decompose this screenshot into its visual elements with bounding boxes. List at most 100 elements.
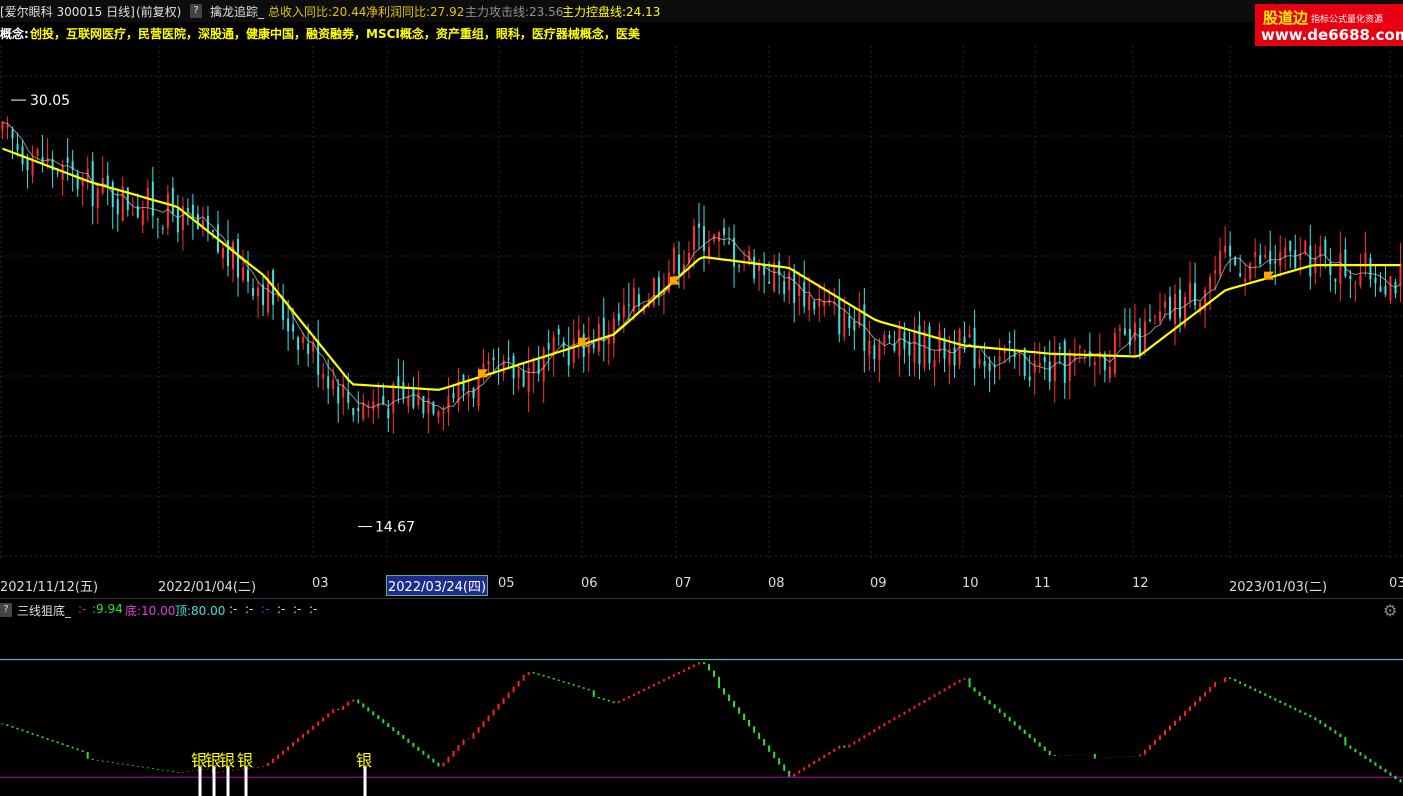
- concept-prefix: 概念:: [0, 27, 29, 41]
- candle-body: [948, 348, 951, 365]
- candle-body: [928, 326, 931, 364]
- candle-body: [16, 143, 19, 151]
- candle-body: [1399, 263, 1402, 287]
- candle-body: [1053, 353, 1056, 382]
- candle-body: [141, 209, 144, 225]
- indicator-value-8: :-: [309, 602, 318, 616]
- candle-body: [1259, 255, 1262, 264]
- date-tick-label: 11: [1034, 576, 1051, 591]
- candle-body: [1148, 319, 1151, 321]
- help-button[interactable]: ?: [190, 4, 202, 18]
- candle-body: [372, 400, 375, 411]
- indicator-name[interactable]: 擒龙追踪_: [210, 3, 264, 20]
- candle-body: [1269, 251, 1272, 265]
- date-tick-label: 03: [312, 576, 329, 591]
- candle-body: [1143, 321, 1146, 352]
- candle-body: [211, 229, 214, 232]
- candle-body: [417, 392, 420, 406]
- flag-marker: [478, 369, 488, 378]
- indicator-value-5: :-: [261, 602, 270, 616]
- price-chart[interactable]: 30.05 14.67: [0, 46, 1403, 559]
- candle-body: [176, 208, 179, 233]
- candle-body: [1209, 277, 1212, 291]
- gear-icon[interactable]: ⚙: [1383, 601, 1397, 620]
- candle-body: [968, 334, 971, 338]
- candle-body: [1369, 257, 1372, 280]
- candle-body: [843, 309, 846, 337]
- candle-body: [557, 328, 560, 335]
- candle-body: [507, 357, 510, 360]
- candle-body: [1093, 362, 1096, 366]
- candle-body: [422, 396, 425, 414]
- candle-body: [738, 265, 741, 267]
- candle-body: [723, 227, 726, 235]
- candle-body: [392, 383, 395, 413]
- candle-body: [1384, 285, 1387, 295]
- adjust-mode[interactable]: (前复权): [136, 3, 181, 20]
- candle-body: [1224, 245, 1227, 253]
- indicator-value-4: :-: [245, 602, 254, 616]
- indicator-value-3: :-: [229, 602, 238, 616]
- candle-body: [412, 389, 415, 408]
- candle-body: [1354, 282, 1357, 284]
- candle-body: [592, 343, 595, 349]
- watermark-tagline: 指标公式量化资源: [1311, 15, 1384, 25]
- candle-body: [888, 334, 891, 339]
- indicator-chart[interactable]: 银银银银银: [0, 622, 1403, 796]
- candle-body: [768, 281, 771, 284]
- candle-body: [1274, 261, 1277, 264]
- candle-body: [347, 391, 350, 403]
- candle-body: [307, 343, 310, 355]
- candle-body: [607, 337, 610, 345]
- candle-body: [1339, 253, 1342, 284]
- candle-body: [116, 199, 119, 215]
- candle-body: [1344, 249, 1347, 277]
- candle-body: [788, 272, 791, 291]
- candle-body: [622, 305, 625, 318]
- candle-body: [1043, 357, 1046, 363]
- candle-body: [793, 269, 796, 303]
- candle-body: [1058, 347, 1061, 349]
- date-tick-label: 2022/01/04(二): [158, 580, 257, 595]
- candle-body: [1038, 363, 1041, 367]
- candle-body: [1189, 282, 1192, 302]
- date-tick-label: 08: [768, 576, 785, 591]
- candle-body: [6, 124, 9, 129]
- candle-body: [542, 348, 545, 382]
- indicator-header: ? 三线狙底_ :- :9.94 底:10.00 顶:80.00 :- :- :…: [0, 598, 1403, 621]
- candle-body: [186, 208, 189, 211]
- candle-body: [166, 193, 169, 228]
- candle-body: [1334, 278, 1337, 282]
- indicator-help-button[interactable]: ?: [0, 603, 12, 617]
- candle-body: [76, 173, 79, 190]
- candle-body: [1018, 353, 1021, 356]
- watermark-url: www.de6688.com: [1261, 26, 1403, 44]
- candle-body: [1304, 240, 1307, 253]
- high-price-label: 30.05: [30, 93, 70, 109]
- candle-body: [878, 343, 881, 361]
- candle-body: [577, 329, 580, 338]
- candle-body: [1108, 367, 1111, 379]
- candle-body: [337, 386, 340, 404]
- control-line-value: 主力控盘线:24.13: [562, 5, 661, 19]
- profit-yoy: 净利润同比:27.92: [366, 5, 465, 19]
- candle-body: [1133, 322, 1136, 341]
- candle-body: [1, 122, 4, 131]
- candle-body: [783, 281, 786, 294]
- date-tick-label: 05: [498, 576, 515, 591]
- candle-body: [1153, 316, 1156, 318]
- candle-body: [838, 298, 841, 335]
- candle-body: [808, 294, 811, 311]
- candle-body: [442, 411, 445, 414]
- candle-body: [492, 357, 495, 361]
- low-price-label: 14.67: [375, 520, 415, 536]
- revenue-yoy: 总收入同比:20.44: [268, 5, 367, 19]
- candle-body: [1359, 274, 1362, 286]
- candle-body: [612, 318, 615, 344]
- indicator-title[interactable]: 三线狙底_: [17, 602, 71, 619]
- candle-body: [322, 373, 325, 379]
- stock-title: [爱尔眼科 300015 日线]: [0, 5, 135, 19]
- candle-body: [532, 361, 535, 373]
- attack-line-value: 主力攻击线:23.56: [465, 5, 564, 19]
- candle-body: [1254, 252, 1257, 258]
